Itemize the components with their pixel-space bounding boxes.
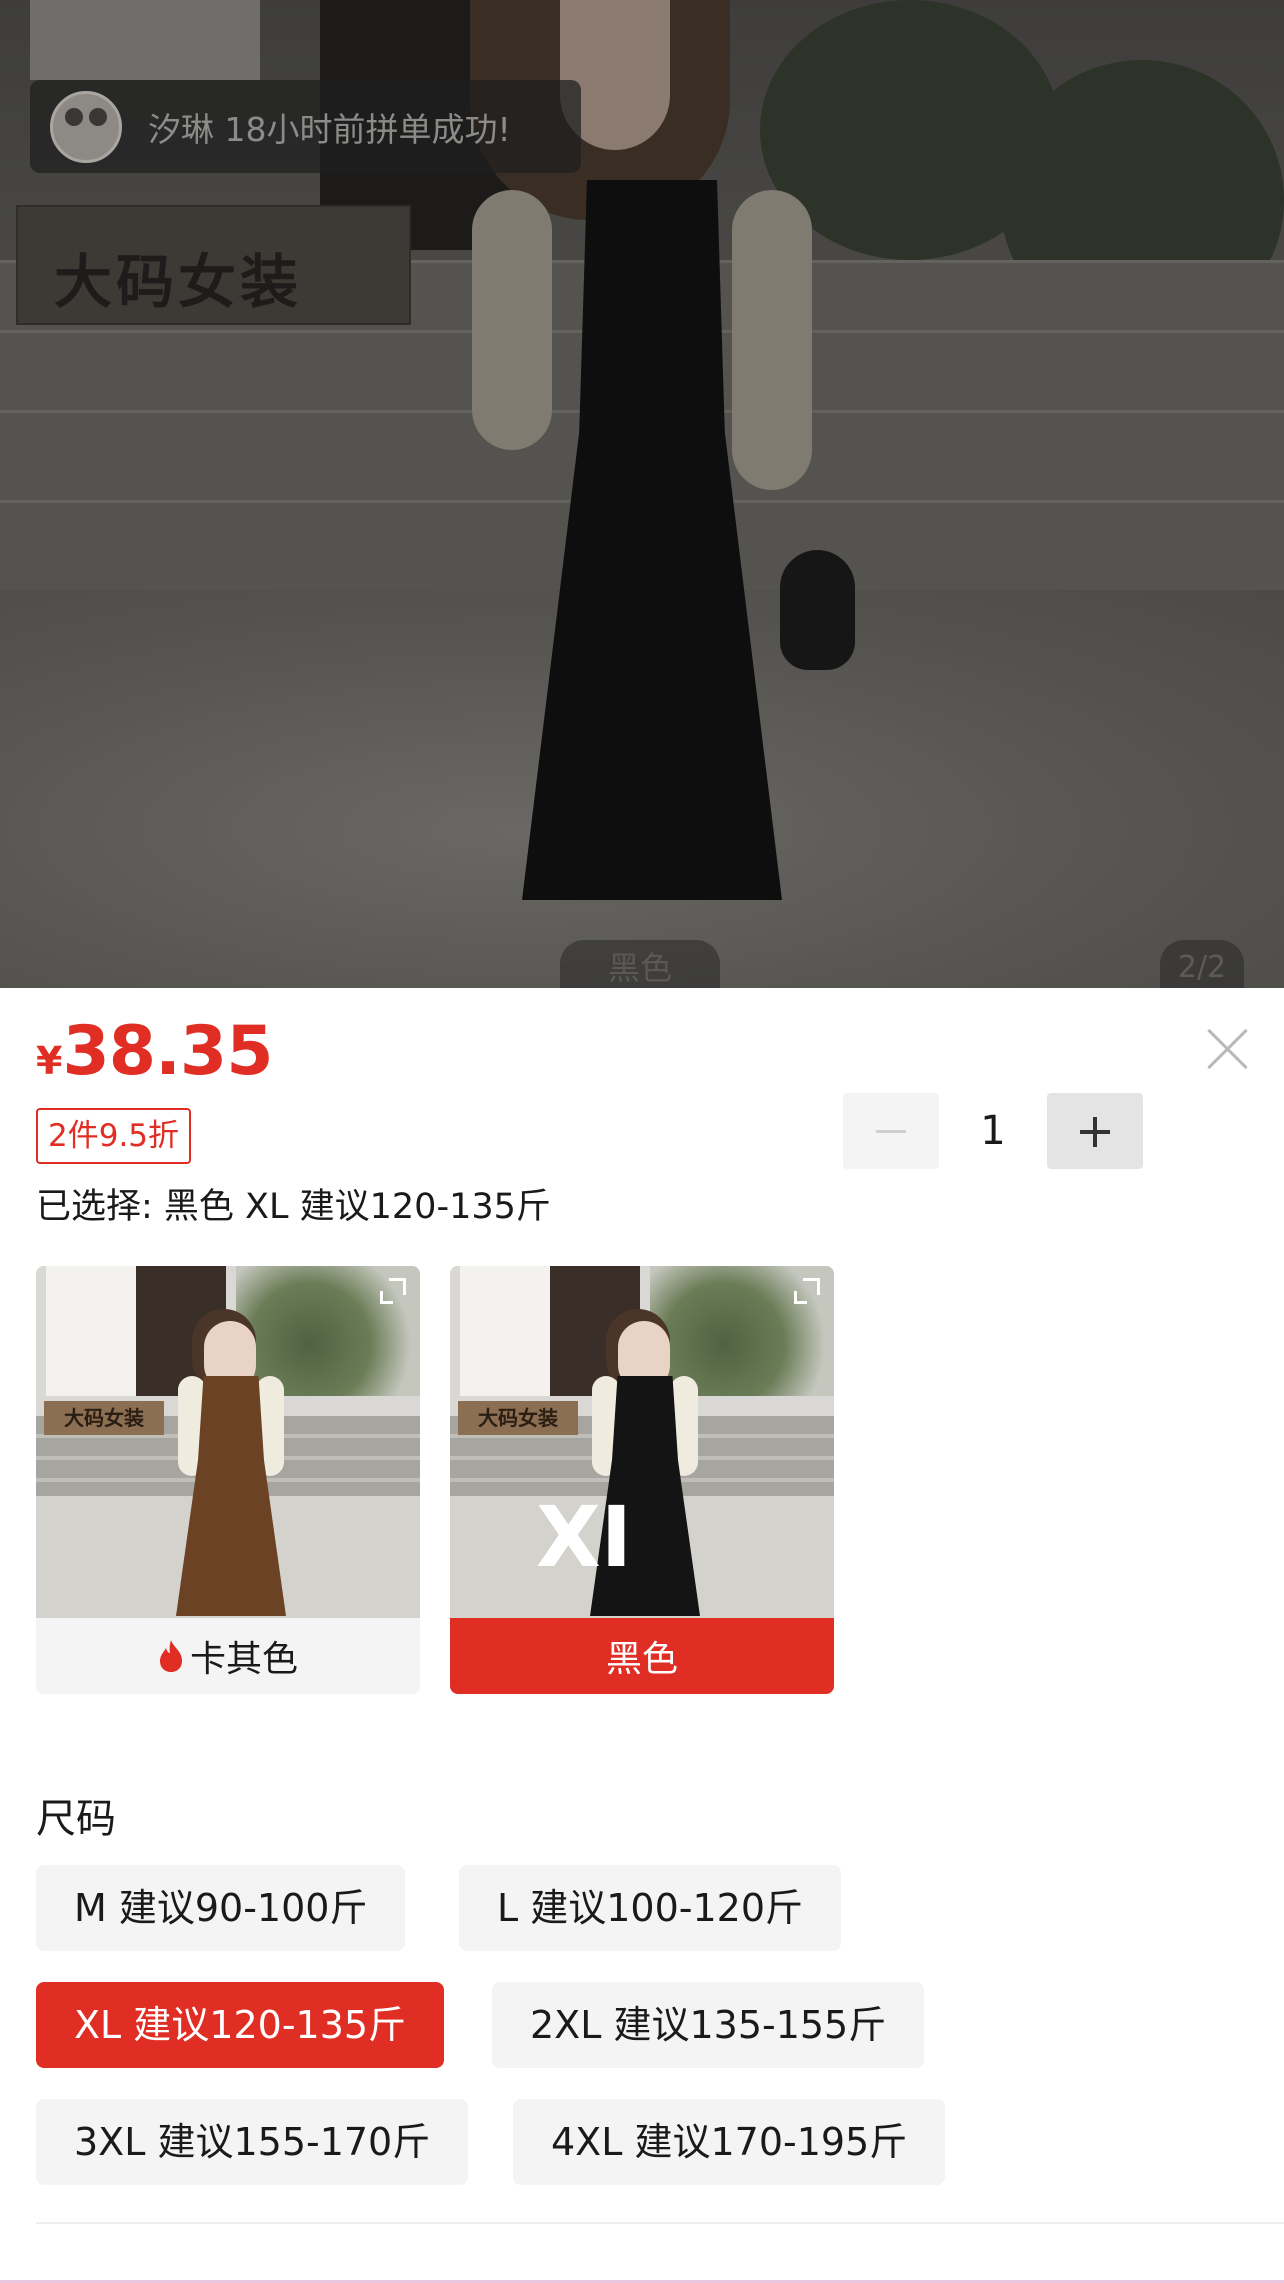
selected-summary: 已选择: 黑色 XL 建议120-135斤 — [36, 1187, 551, 1227]
color-name: 黑色 — [605, 1639, 678, 1680]
photo-bag — [780, 550, 855, 670]
toast-text: 汐琳 18小时前拼单成功! — [148, 109, 511, 149]
product-photo[interactable]: 大码女装 汐琳 18小时前拼单成功! 黑色 2/2 — [0, 0, 1284, 988]
color-name: 卡其色 — [189, 1639, 298, 1680]
size-option-4xl[interactable]: 4XL 建议170-195斤 — [513, 2099, 946, 2185]
size-option-3xl[interactable]: 3XL 建议155-170斤 — [36, 2099, 469, 2185]
size-option-2xl[interactable]: 2XL 建议135-155斤 — [492, 1982, 925, 2068]
thumb-poster — [460, 1266, 550, 1396]
thumb-sign: 大码女装 — [44, 1401, 164, 1435]
thumb-poster — [46, 1266, 136, 1396]
currency-symbol: ¥ — [36, 1039, 63, 1083]
color-option-label: 黑色 — [450, 1618, 834, 1694]
image-counter: 2/2 — [1160, 940, 1244, 988]
photo-sign: 大码女装 — [16, 205, 411, 325]
price: ¥38.35 — [36, 1012, 274, 1091]
price-value: 38.35 — [62, 1012, 273, 1091]
size-option-l[interactable]: L 建议100-120斤 — [459, 1865, 842, 1951]
color-option-khaki[interactable]: 大码女装 卡其色 — [36, 1266, 420, 1694]
photo-poster — [30, 0, 260, 80]
photo-sleeve — [732, 190, 812, 490]
photo-sign-text: 大码女装 — [54, 248, 303, 316]
photo-sleeve — [472, 190, 552, 450]
expand-icon[interactable] — [376, 1274, 410, 1308]
avatar — [50, 90, 122, 163]
close-icon[interactable] — [1204, 1026, 1250, 1072]
color-option-black[interactable]: 大码女装 XI 黑色 — [450, 1266, 834, 1694]
variant-label: 黑色 — [560, 940, 720, 988]
plus-icon[interactable] — [1047, 1093, 1143, 1169]
size-option-xl[interactable]: XL 建议120-135斤 — [36, 1982, 445, 2068]
expand-icon[interactable] — [790, 1274, 824, 1308]
quantity-value[interactable]: 1 — [939, 1093, 1047, 1169]
sku-sheet: ¥38.35 2件9.5折 1 已选择: 黑色 XL 建议120-135斤 大码… — [0, 988, 1284, 2283]
minus-icon[interactable] — [843, 1093, 939, 1169]
flame-icon — [159, 1640, 182, 1672]
color-thumbnail: 大码女装 XI — [450, 1266, 834, 1618]
thumb-sign: 大码女装 — [458, 1401, 578, 1435]
group-buy-toast: 汐琳 18小时前拼单成功! — [30, 80, 581, 173]
size-section-title: 尺码 — [36, 1796, 116, 1842]
divider — [36, 2222, 1284, 2224]
color-option-label: 卡其色 — [36, 1618, 420, 1694]
photo-model — [472, 180, 812, 940]
discount-tag: 2件9.5折 — [36, 1108, 192, 1164]
thumb-overlay-text: XI — [536, 1488, 633, 1586]
color-thumbnail: 大码女装 — [36, 1266, 420, 1618]
size-option-m[interactable]: M 建议90-100斤 — [36, 1865, 406, 1951]
